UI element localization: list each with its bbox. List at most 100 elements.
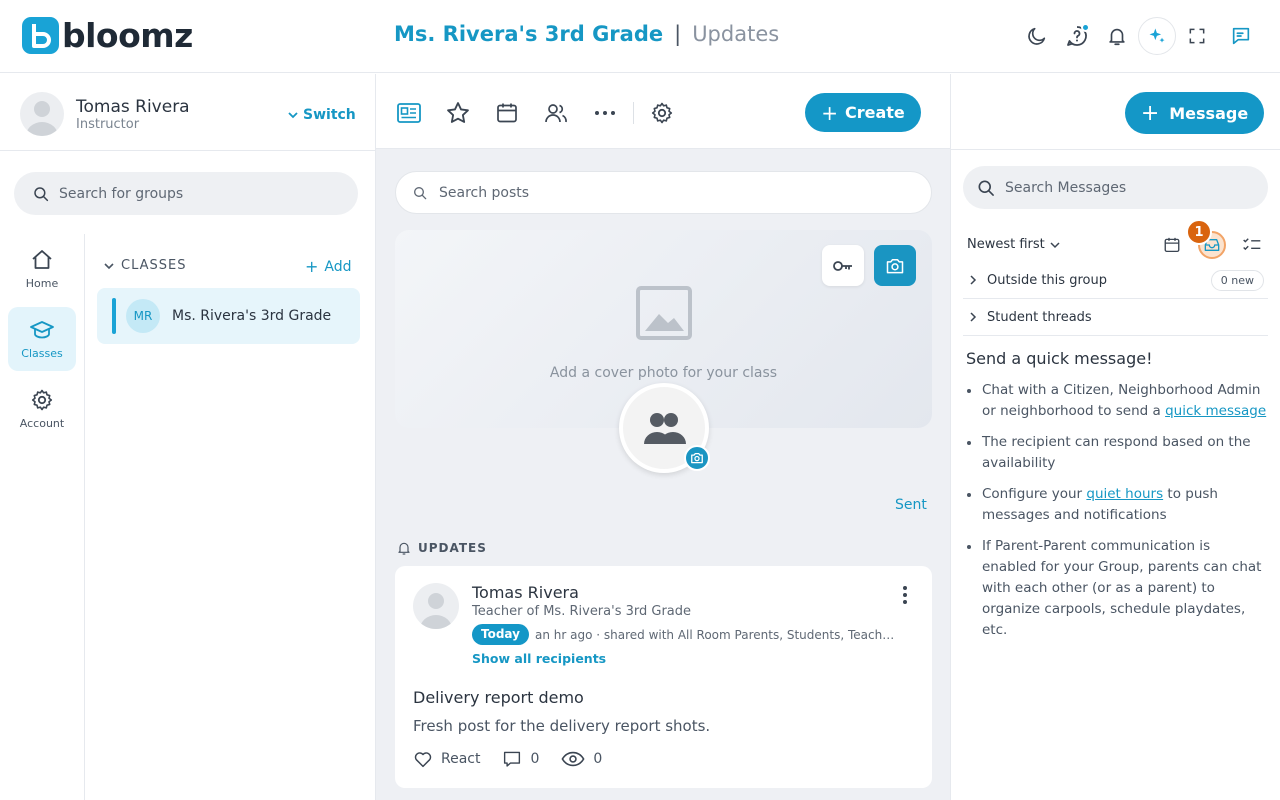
class-toolbar: + Create bbox=[376, 74, 950, 149]
updates-heading: UPDATES bbox=[396, 540, 487, 556]
sparkle-icon[interactable] bbox=[1138, 17, 1176, 55]
heart-icon bbox=[414, 752, 432, 768]
view-count: 0 bbox=[593, 751, 603, 767]
plus-icon: + bbox=[1140, 100, 1160, 126]
calendar-filter-icon[interactable] bbox=[1160, 233, 1184, 257]
classes-heading-label: CLASSES bbox=[121, 258, 187, 273]
change-avatar-button[interactable] bbox=[684, 445, 710, 471]
graduation-cap-icon bbox=[30, 321, 54, 339]
tip-text: If Parent-Parent communication is enable… bbox=[982, 538, 1262, 638]
tip-item: The recipient can respond based on the a… bbox=[966, 432, 1268, 474]
switch-button[interactable]: Switch bbox=[288, 107, 356, 123]
toolbar-divider bbox=[633, 102, 634, 124]
post-title: Delivery report demo bbox=[413, 688, 584, 707]
search-icon bbox=[978, 180, 994, 196]
create-button[interactable]: + Create bbox=[805, 93, 921, 132]
tip-text: Configure your bbox=[982, 486, 1087, 502]
sort-label: Newest first bbox=[967, 237, 1045, 252]
classes-heading[interactable]: CLASSES bbox=[104, 258, 186, 273]
chevron-down-icon bbox=[288, 112, 298, 119]
camera-icon bbox=[691, 452, 703, 464]
inbox-count-badge: 1 bbox=[1186, 219, 1212, 245]
breadcrumb: Ms. Rivera's 3rd Grade | Updates bbox=[394, 22, 779, 46]
checklist-icon[interactable] bbox=[1240, 233, 1264, 257]
thread-group-students[interactable]: Student threads bbox=[963, 299, 1268, 336]
sort-dropdown[interactable]: Newest first bbox=[967, 237, 1060, 252]
nav-account[interactable]: Account bbox=[8, 377, 76, 441]
new-message-button[interactable]: + Message bbox=[1125, 92, 1264, 134]
views-button[interactable]: 0 bbox=[561, 751, 602, 767]
post-body: Fresh post for the delivery report shots… bbox=[413, 717, 711, 735]
nav-home-label: Home bbox=[25, 277, 59, 290]
group-icon bbox=[644, 413, 686, 444]
thread-group-label: Student threads bbox=[987, 309, 1092, 325]
bloomz-logo[interactable]: bloomz bbox=[22, 17, 193, 54]
cover-photo-button[interactable] bbox=[874, 245, 916, 286]
nav-home[interactable]: Home bbox=[8, 237, 76, 301]
more-icon[interactable] bbox=[591, 99, 619, 127]
tip-item: If Parent-Parent communication is enable… bbox=[966, 536, 1268, 641]
key-icon bbox=[833, 260, 852, 271]
top-bar: bloomz Ms. Rivera's 3rd Grade | Updates bbox=[0, 0, 1280, 73]
help-notification-dot bbox=[1081, 23, 1090, 32]
tip-item: Configure your quiet hours to push messa… bbox=[966, 484, 1268, 526]
top-icon-bar bbox=[1018, 17, 1262, 55]
post-author[interactable]: Tomas Rivera bbox=[472, 583, 579, 602]
plus-icon: + bbox=[821, 100, 838, 125]
add-class-button[interactable]: + Add bbox=[305, 257, 352, 276]
quick-message-title: Send a quick message! bbox=[966, 349, 1153, 368]
image-placeholder-icon bbox=[636, 286, 692, 340]
calendar-icon[interactable] bbox=[493, 99, 521, 127]
quiet-hours-link[interactable]: quiet hours bbox=[1086, 486, 1163, 502]
search-icon bbox=[34, 186, 49, 201]
nav-classes[interactable]: Classes bbox=[8, 307, 76, 371]
show-all-recipients-link[interactable]: Show all recipients bbox=[472, 651, 606, 666]
eye-icon bbox=[561, 751, 585, 767]
comment-count: 0 bbox=[530, 751, 540, 767]
profile-role: Instructor bbox=[76, 117, 140, 132]
fullscreen-icon[interactable] bbox=[1178, 17, 1216, 55]
post-menu-icon[interactable] bbox=[895, 583, 915, 607]
gear-icon bbox=[31, 389, 53, 411]
class-initials-badge: MR bbox=[126, 299, 160, 333]
profile-name: Tomas Rivera bbox=[76, 97, 190, 117]
tip-item: Chat with a Citizen, Neighborhood Admin … bbox=[966, 380, 1268, 422]
comments-button[interactable]: 0 bbox=[502, 750, 539, 768]
settings-icon[interactable] bbox=[648, 99, 676, 127]
page-title: Updates bbox=[692, 22, 780, 46]
thread-group-outside[interactable]: Outside this group 0 new bbox=[963, 262, 1268, 299]
quick-message-link[interactable]: quick message bbox=[1165, 403, 1266, 419]
updates-feed: + Create Search posts Add a cover photo … bbox=[375, 74, 951, 800]
avatar[interactable] bbox=[20, 92, 64, 136]
logo-mark-icon bbox=[22, 17, 59, 54]
react-button[interactable]: React bbox=[413, 750, 480, 768]
moon-icon[interactable] bbox=[1018, 17, 1056, 55]
people-icon[interactable] bbox=[542, 99, 570, 127]
class-name: Ms. Rivera's 3rd Grade bbox=[172, 308, 332, 324]
cover-photo-hint: Add a cover photo for your class bbox=[549, 365, 778, 381]
message-search-input[interactable]: Search Messages bbox=[963, 166, 1268, 209]
post-author-role: Teacher of Ms. Rivera's 3rd Grade bbox=[472, 604, 692, 619]
post-search-placeholder: Search posts bbox=[439, 184, 530, 201]
star-icon[interactable] bbox=[444, 99, 472, 127]
post-search-input[interactable]: Search posts bbox=[395, 171, 932, 214]
updates-heading-label: UPDATES bbox=[418, 541, 487, 555]
class-item[interactable]: MR Ms. Rivera's 3rd Grade bbox=[97, 288, 360, 344]
message-label: Message bbox=[1169, 103, 1249, 123]
chevron-right-icon bbox=[970, 312, 977, 322]
left-nav: Home Classes Account bbox=[0, 234, 85, 800]
add-class-label: Add bbox=[324, 258, 352, 275]
bell-icon[interactable] bbox=[1098, 17, 1136, 55]
breadcrumb-class[interactable]: Ms. Rivera's 3rd Grade bbox=[394, 22, 663, 46]
sent-link[interactable]: Sent bbox=[895, 497, 927, 513]
newsfeed-icon[interactable] bbox=[395, 99, 423, 127]
chevron-down-icon bbox=[104, 262, 114, 269]
profile-section: Tomas Rivera Instructor Switch bbox=[0, 74, 375, 151]
search-icon bbox=[414, 186, 427, 199]
group-search-input[interactable]: Search for groups bbox=[14, 172, 358, 215]
access-key-button[interactable] bbox=[822, 245, 864, 286]
avatar[interactable] bbox=[413, 583, 459, 629]
chat-icon[interactable] bbox=[1222, 17, 1260, 55]
active-indicator bbox=[112, 298, 116, 334]
help-icon[interactable] bbox=[1058, 17, 1096, 55]
